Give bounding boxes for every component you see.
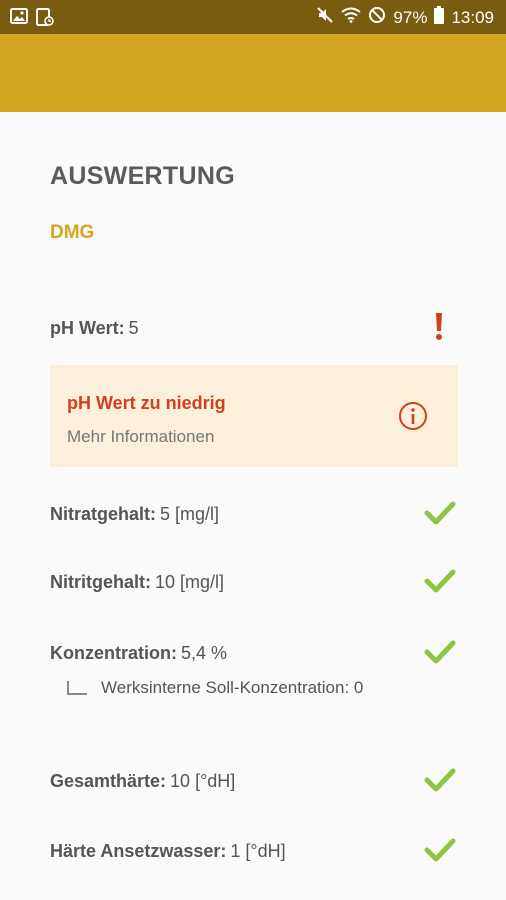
measurement-row-haerte-ansetzwasser: Härte Ansetzwasser: 1 [°dH] [50, 838, 456, 871]
measurement-value: 5 [mg/l] [160, 504, 220, 524]
measurement-row-konzentration: Konzentration: 5,4 % [50, 640, 456, 673]
check-icon [424, 767, 456, 798]
check-icon [424, 568, 456, 599]
tablet-sync-icon [36, 8, 54, 31]
measurement-label: Nitritgehalt: [50, 572, 151, 592]
measurement-label: Härte Ansetzwasser: [50, 841, 227, 861]
battery-percent: 97% [393, 7, 428, 27]
evaluation-content: AUSWERTUNG DMG pH Wert: 5 pH Wert zu nied… [0, 112, 506, 900]
measurement-label: Nitratgehalt: [50, 504, 157, 524]
target-concentration-text: Werksinterne Soll-Konzentration: 0 [101, 678, 364, 697]
measurement-row-gesamthaerte: Gesamthärte: 10 [°dH] [50, 768, 456, 801]
status-bar: 97% 13:09 [0, 0, 506, 34]
app-bar [0, 34, 506, 112]
battery-icon [434, 6, 445, 29]
warning-icon [434, 312, 444, 347]
measurement-label: pH Wert: [50, 318, 125, 338]
mute-icon [316, 6, 334, 29]
measurement-label: Gesamthärte: [50, 771, 167, 791]
system-icons: 97% 13:09 [316, 6, 494, 29]
measurement-row-nitrat: Nitratgehalt: 5 [mg/l] [50, 501, 456, 534]
measurement-row-nitrit: Nitritgehalt: 10 [mg/l] [50, 569, 456, 602]
notification-icons [10, 8, 54, 31]
check-icon [424, 837, 456, 868]
measurement-value: 10 [mg/l] [155, 572, 225, 592]
measurement-row-ph: pH Wert: 5 [50, 313, 456, 348]
image-notification-icon [10, 8, 28, 31]
measurement-value: 5 [128, 318, 139, 338]
do-not-disturb-icon [368, 6, 386, 29]
tree-connector-icon [67, 681, 87, 695]
page-subtitle: DMG [50, 222, 95, 243]
check-icon [424, 639, 456, 670]
clock: 13:09 [451, 7, 494, 27]
measurement-value: 1 [°dH] [230, 841, 286, 861]
info-icon[interactable] [398, 401, 428, 431]
more-info-link[interactable]: Mehr Informationen [67, 427, 214, 447]
target-concentration-subitem: Werksinterne Soll-Konzentration: 0 [67, 678, 363, 708]
measurement-value: 10 [°dH] [170, 771, 236, 791]
page-title: AUSWERTUNG [50, 162, 235, 190]
measurement-label: Konzentration: [50, 643, 177, 663]
wifi-icon [341, 7, 362, 28]
measurement-value: 5,4 % [180, 643, 228, 663]
alert-title: pH Wert zu niedrig [67, 393, 226, 413]
ph-alert-card[interactable]: pH Wert zu niedrig Mehr Informationen [50, 365, 458, 467]
check-icon [424, 500, 456, 531]
